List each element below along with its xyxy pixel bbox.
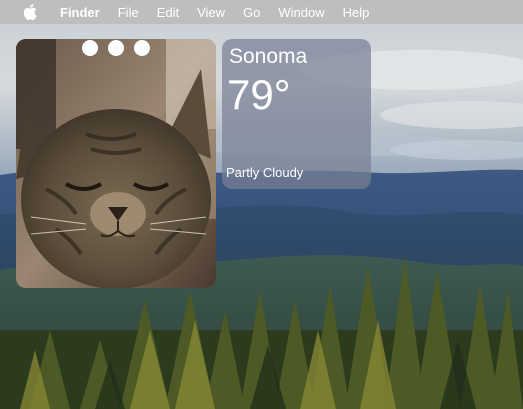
- close-button[interactable]: [82, 40, 98, 56]
- menu-file[interactable]: File: [118, 5, 139, 20]
- photo-widget[interactable]: [16, 39, 216, 288]
- weather-temperature: 79°: [227, 71, 291, 118]
- menu-window[interactable]: Window: [278, 5, 324, 20]
- window-controls: [82, 40, 150, 56]
- weather-widget[interactable]: Sonoma 79° Partly Cloudy: [222, 39, 371, 189]
- menu-bar: Finder File Edit View Go Window Help: [0, 0, 523, 24]
- weather-condition: Partly Cloudy: [226, 165, 304, 180]
- cat-photo: [16, 39, 216, 288]
- desktop: Finder File Edit View Go Window Help Son…: [0, 0, 523, 409]
- menu-help[interactable]: Help: [343, 5, 370, 20]
- minimize-button[interactable]: [108, 40, 124, 56]
- menu-edit[interactable]: Edit: [157, 5, 179, 20]
- zoom-button[interactable]: [134, 40, 150, 56]
- menu-go[interactable]: Go: [243, 5, 260, 20]
- apple-icon[interactable]: [22, 4, 38, 20]
- weather-city: Sonoma: [229, 45, 308, 68]
- menu-finder[interactable]: Finder: [60, 5, 100, 20]
- menu-view[interactable]: View: [197, 5, 225, 20]
